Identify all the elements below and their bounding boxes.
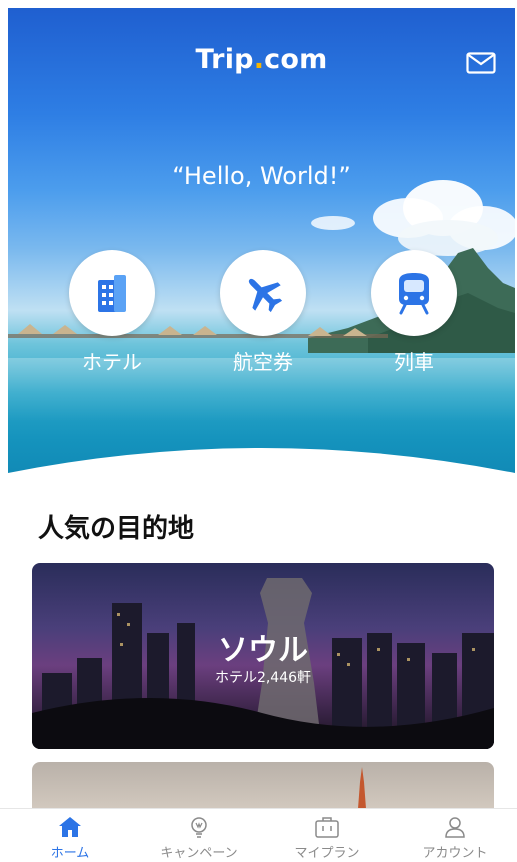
tab-myplan-label: マイプラン — [294, 846, 360, 861]
home-icon — [59, 817, 81, 837]
lightbulb-icon — [191, 817, 207, 838]
destination-card-seoul[interactable]: ソウル ホテル2,446軒 — [32, 563, 494, 749]
tab-campaign[interactable]: キャンペーン — [144, 815, 254, 861]
logo-text: Trip — [195, 44, 254, 75]
hotel-icon — [98, 275, 126, 312]
mail-icon[interactable] — [466, 52, 496, 74]
train-icon — [399, 273, 429, 315]
service-hotel-label: ホテル — [82, 350, 142, 374]
popular-destinations-title: 人気の目的地 — [38, 514, 195, 544]
greeting-text: “Hello, World!” — [172, 162, 351, 190]
tab-account[interactable]: アカウント — [400, 815, 510, 861]
service-train-button[interactable]: 列車 — [369, 250, 459, 375]
service-hotel-button[interactable]: ホテル — [67, 250, 157, 375]
cloud-decoration — [311, 216, 355, 230]
service-flight-label: 航空券 — [233, 350, 293, 374]
tab-account-label: アカウント — [422, 846, 488, 861]
service-flight-button[interactable]: 航空券 — [218, 250, 308, 375]
tab-campaign-label: キャンペーン — [160, 846, 238, 861]
service-train-label: 列車 — [394, 350, 434, 374]
destination-hotel-count: ホテル2,446軒 — [214, 670, 312, 686]
bottom-tab-bar: ホーム キャンペーン マイプラン アカウント — [0, 808, 517, 862]
hero-curve — [8, 448, 515, 488]
tab-home[interactable]: ホーム — [15, 815, 125, 861]
airplane-icon — [248, 278, 283, 313]
destination-name: ソウル — [218, 633, 308, 668]
tab-home-label: ホーム — [50, 846, 90, 861]
briefcase-icon — [315, 817, 339, 838]
logo-dot: . — [253, 44, 265, 75]
app-logo: Trip.com — [8, 44, 515, 75]
user-icon — [445, 817, 465, 838]
tab-myplan[interactable]: マイプラン — [272, 815, 382, 861]
overwater-bungalows — [8, 324, 388, 338]
hero-banner: Trip.com “Hello, World!” ホテル 航空券 列車 — [8, 8, 515, 488]
logo-suffix: com — [264, 44, 328, 75]
